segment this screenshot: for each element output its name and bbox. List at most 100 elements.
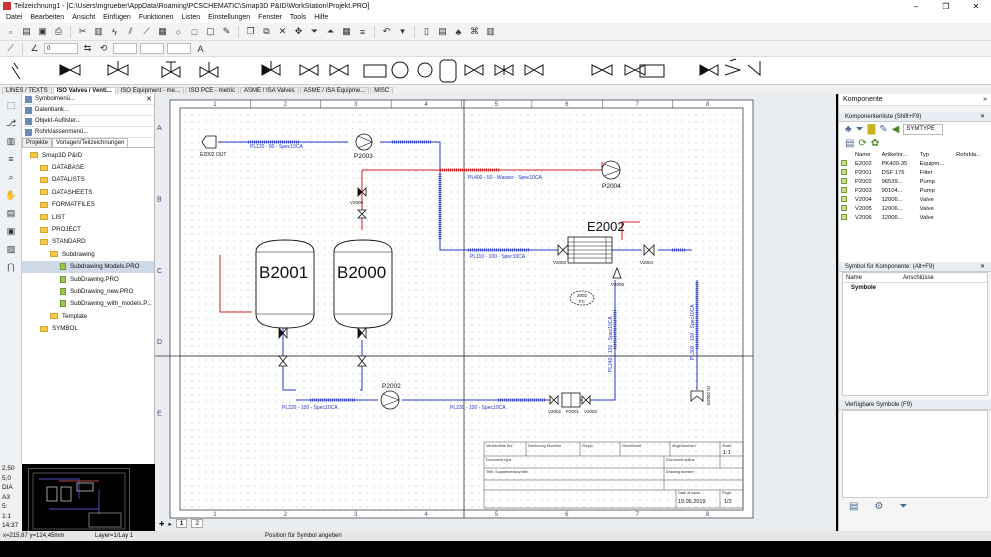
new-file-icon[interactable]: ▫ <box>4 25 17 38</box>
report-icon[interactable]: ▤ <box>436 25 449 38</box>
module-icon[interactable]: ▦ <box>156 25 169 38</box>
circle-icon[interactable]: ○ <box>172 25 185 38</box>
menu-fenster[interactable]: Fenster <box>254 14 286 21</box>
strainer-symbol[interactable] <box>639 64 665 78</box>
tree-icon[interactable]: ⌘ <box>468 25 481 38</box>
pipe-class-button[interactable]: Rohrklassenmenü... <box>22 127 154 138</box>
close-button[interactable]: ✕ <box>961 0 991 12</box>
save-icon[interactable]: ▣ <box>36 25 49 38</box>
move-icon[interactable]: ✥ <box>292 25 305 38</box>
page-tab-2[interactable]: 2 <box>191 519 203 528</box>
pump-p2002[interactable] <box>380 390 400 410</box>
tab-iso-valves[interactable]: ISO Valves / Venti... <box>52 87 116 94</box>
arrow-icon[interactable]: ⟋ <box>4 42 17 55</box>
color-combo[interactable] <box>140 43 164 54</box>
menu-datei[interactable]: Datei <box>2 14 26 21</box>
ball-valve-symbol[interactable] <box>591 64 613 76</box>
line-tool-icon[interactable]: ≡ <box>4 152 18 166</box>
component-checkbox[interactable] <box>841 196 847 203</box>
tank-b2000[interactable] <box>333 239 393 329</box>
panel-close-icon[interactable]: ✕ <box>146 95 152 103</box>
tree-item[interactable]: Subdrawing Models.PRO <box>22 260 154 273</box>
component-row[interactable]: P2001 DSF 176 Filter <box>839 168 991 177</box>
style-combo[interactable] <box>113 43 137 54</box>
angle-icon[interactable]: ∠ <box>28 42 41 55</box>
component-icon[interactable]: ♣ <box>452 25 465 38</box>
reducer-symbol[interactable] <box>363 64 387 78</box>
font-icon[interactable]: A <box>194 42 207 55</box>
butterfly-valve-symbol[interactable] <box>299 64 319 76</box>
panel-expand-icon[interactable]: » <box>983 96 987 103</box>
tree-item[interactable]: Template <box>22 310 154 322</box>
angle-valve-symbol[interactable] <box>464 64 484 76</box>
menu-tools[interactable]: Tools <box>286 14 310 21</box>
diagonal-line-symbol[interactable] <box>11 62 21 80</box>
col-type[interactable]: Typ <box>918 150 954 159</box>
nozzle-symbol[interactable] <box>747 61 761 77</box>
component-row[interactable]: V2005 12006... Valve <box>839 204 991 213</box>
tree-item[interactable]: DATABASE <box>22 161 154 173</box>
tree-item[interactable]: Subdrawing <box>22 248 154 260</box>
filter-icon[interactable]: ⏷ <box>308 25 321 38</box>
back-arrow-icon[interactable]: ◀ <box>892 124 900 135</box>
duplicate-icon[interactable]: ⧉ <box>260 25 273 38</box>
tab-iso-pce[interactable]: ISO PCE - metric <box>184 87 239 94</box>
component-row[interactable]: P2002 96539... Pump <box>839 177 991 186</box>
globe-valve-symbol[interactable] <box>107 61 129 76</box>
symbolmenu-button[interactable]: Symbolmenü... <box>22 94 154 105</box>
pump-p2004[interactable] <box>601 160 621 180</box>
delete-icon[interactable]: ✕ <box>276 25 289 38</box>
layer-tool-icon[interactable]: ▤ <box>4 206 18 220</box>
connect-tool-icon[interactable]: ⎇ <box>4 116 18 130</box>
tree-item[interactable]: SYMBOL <box>22 322 154 334</box>
tab-lines-texts[interactable]: LINES / TEXTS <box>2 87 52 94</box>
copy-icon[interactable]: ❐ <box>244 25 257 38</box>
lightning-icon[interactable]: ϟ <box>108 25 121 38</box>
undo-icon[interactable]: ↶ <box>380 25 393 38</box>
tank-b2001[interactable] <box>255 239 315 329</box>
image-tool-icon[interactable]: ▨ <box>4 242 18 256</box>
pump-alt-symbol[interactable] <box>417 62 433 78</box>
component-row[interactable]: P2003 99104... Pump <box>839 186 991 195</box>
tab-projekte[interactable]: Projekte <box>22 138 53 147</box>
component-row[interactable]: V2006 12006... Valve <box>839 213 991 222</box>
tree-item[interactable]: FORMATFILES <box>22 199 154 211</box>
symbol-close-icon[interactable]: ✕ <box>980 263 985 270</box>
symbol-col-connections[interactable]: Anschlüsse <box>903 275 934 281</box>
open-folder-icon[interactable]: ▤ <box>20 25 33 38</box>
tree-item[interactable]: SubDrawing_with_models.P... <box>22 298 154 310</box>
tab-asme-valves[interactable]: ASME / ISA Valves <box>239 87 299 94</box>
minimize-button[interactable]: – <box>901 0 931 12</box>
filter-alt-icon[interactable]: ⏶ <box>324 25 337 38</box>
tree-item[interactable]: DATASHEETS <box>22 186 154 198</box>
layers-icon[interactable]: ▤ <box>849 501 858 512</box>
gear-icon[interactable]: ⚙ <box>874 501 883 512</box>
symtype-combo[interactable]: SYMTYPE <box>903 123 944 135</box>
drawing-sheet[interactable]: 1122334455667788 ABCDE E2002 OUT P2003 P… <box>155 99 754 519</box>
tab-misc[interactable]: MISC <box>370 87 394 94</box>
menu-funktionen[interactable]: Funktionen <box>135 14 178 21</box>
maximize-button[interactable]: ❐ <box>931 0 961 12</box>
menu-bearbeiten[interactable]: Bearbeiten <box>26 14 68 21</box>
symbol-col-name[interactable]: Name <box>843 275 903 281</box>
paste-icon[interactable]: ▥ <box>92 25 105 38</box>
needle-valve-symbol[interactable] <box>329 64 349 76</box>
tree-item[interactable]: STANDARD <box>22 236 154 248</box>
select-icon[interactable]: ▢ <box>204 25 217 38</box>
tab-vorlagen[interactable]: Vorlagen/Teilzeichnungen <box>52 138 129 147</box>
funnel-icon[interactable]: ⏷ <box>899 501 907 512</box>
print-icon[interactable]: ⎙ <box>52 25 65 38</box>
symbol-tool-icon[interactable]: ▥ <box>4 134 18 148</box>
check-valve-symbol[interactable] <box>199 62 219 78</box>
mirror-icon[interactable]: ⇆ <box>81 42 94 55</box>
col-article[interactable]: Artikelnr... <box>880 150 918 159</box>
zoom-tool-icon[interactable]: ⌕ <box>4 170 18 184</box>
menu-einfuegen[interactable]: Einfügen <box>99 14 135 21</box>
col-pipeclass[interactable]: Rohrkla... <box>954 150 991 159</box>
tree-item[interactable]: Smap3D P&ID <box>22 149 154 161</box>
object-lister-button[interactable]: Objekt-Auflister... <box>22 116 154 127</box>
rectangle-icon[interactable]: □ <box>188 25 201 38</box>
refresh-icon[interactable]: ⟳ <box>858 138 866 149</box>
filter-icon[interactable]: ⏷ <box>856 124 864 135</box>
page-tab-1[interactable]: 1 <box>175 519 188 528</box>
